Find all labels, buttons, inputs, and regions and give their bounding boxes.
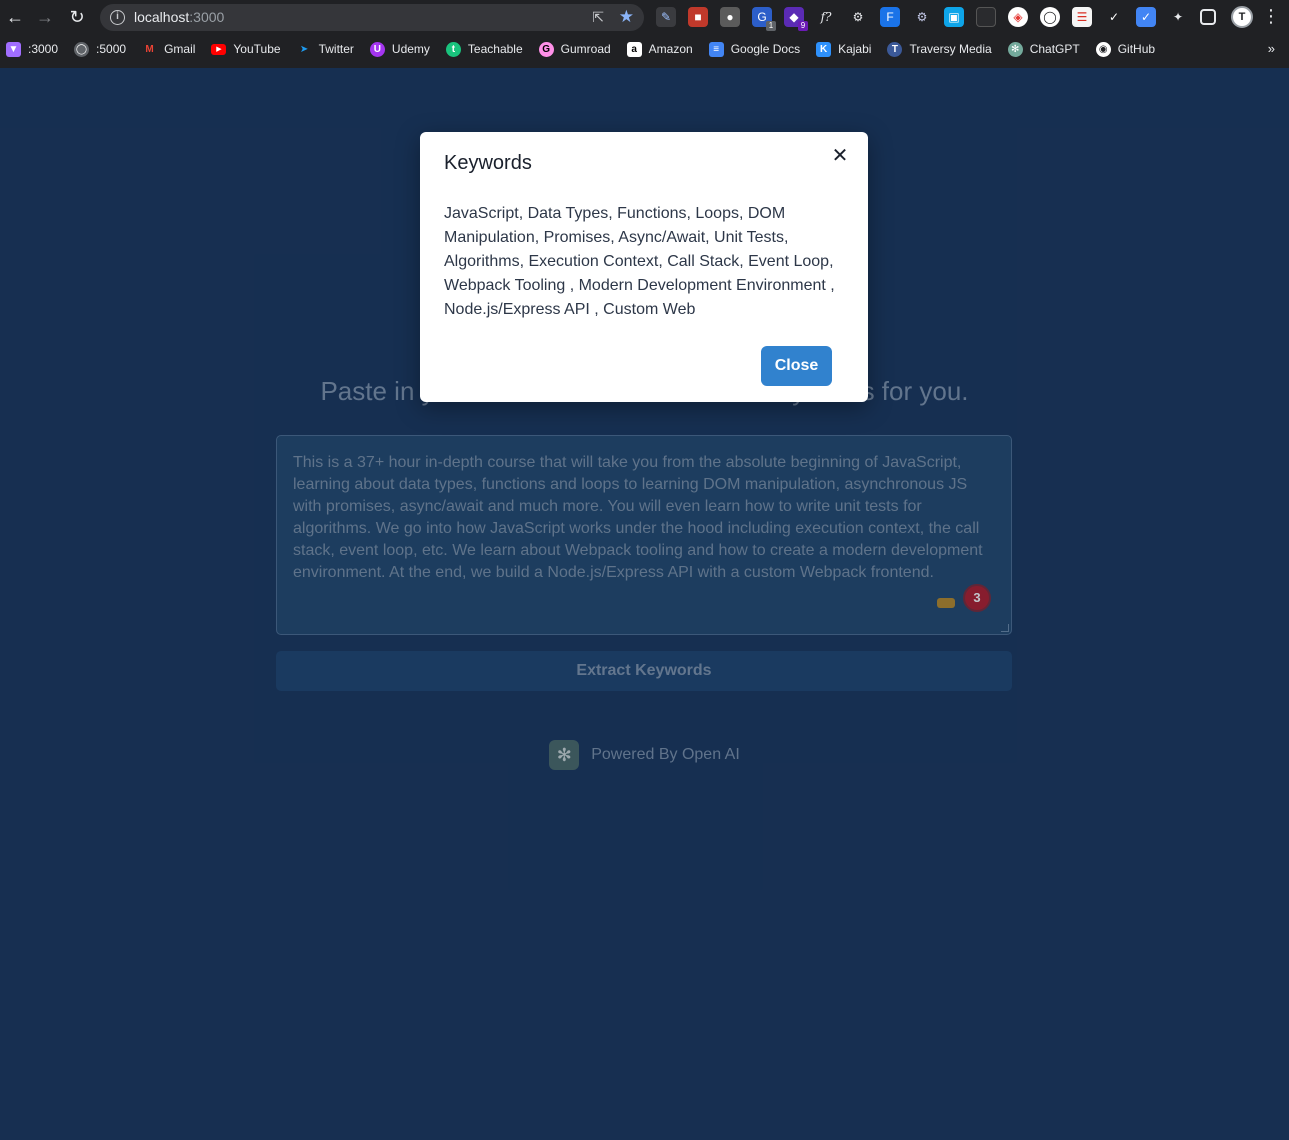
more-menu-icon[interactable]: ⋮	[1262, 6, 1280, 27]
bookmark-label: Kajabi	[838, 42, 872, 56]
color-picker-icon[interactable]: ✎	[656, 7, 676, 27]
bookmark-kajabi[interactable]: K Kajabi	[816, 38, 871, 60]
traversy-media-icon: T	[887, 41, 903, 57]
amazon-icon: a	[626, 41, 642, 57]
extension-circle-icon[interactable]: ◯	[1040, 7, 1060, 27]
profile-avatar[interactable]: T	[1231, 6, 1253, 28]
extension-owl-icon[interactable]: ●	[720, 7, 740, 27]
back-arrow-icon[interactable]: ←	[4, 6, 26, 28]
bookmark-traversy-media[interactable]: T Traversy Media	[887, 38, 992, 60]
bookmarks-bar: ▼ :3000 ◯ :5000 M Gmail ▶ YouTube ➤ Twitter U…	[0, 38, 1289, 60]
bookmark-gmail[interactable]: M Gmail	[142, 38, 195, 60]
url-host: localhost	[134, 9, 190, 25]
gmail-icon: M	[145, 43, 154, 55]
bookmark-label: :3000	[28, 42, 59, 56]
bookmark-3000[interactable]: ▼ :3000	[6, 38, 58, 60]
extension-check-icon[interactable]: ✓	[1104, 7, 1124, 27]
bookmark-label: GitHub	[1117, 42, 1156, 56]
keywords-modal: Keywords ✕ JavaScript, Data Types, Funct…	[420, 132, 868, 402]
bookmark-label: Twitter	[318, 42, 354, 56]
bookmark-label: ChatGPT	[1029, 42, 1080, 56]
reload-icon[interactable]: ↻	[66, 6, 88, 28]
address-bar[interactable]: i localhost:3000 ⇱ ★	[100, 4, 644, 31]
bookmark-teachable[interactable]: t Teachable	[445, 38, 523, 60]
browser-chrome: ← → ↻ i localhost:3000 ⇱ ★ ✎ ■ ● G1 ◆ 9 f…	[0, 0, 1289, 68]
gumroad-icon: G	[538, 41, 554, 57]
settings-extension-icon[interactable]: ⚙	[912, 7, 932, 27]
share-icon[interactable]: ⇱	[592, 9, 604, 26]
close-icon[interactable]: ✕	[830, 146, 850, 166]
site-info-icon[interactable]: i	[110, 10, 125, 25]
close-button[interactable]: Close	[761, 346, 832, 386]
extension-blue-icon[interactable]: G1	[752, 7, 776, 31]
extension-badge: 1	[766, 21, 776, 31]
bookmark-label: Teachable	[467, 42, 523, 56]
side-panel-icon[interactable]	[1200, 9, 1216, 25]
bookmark-twitter[interactable]: ➤ Twitter	[297, 38, 354, 60]
bookmark-label: Traversy Media	[909, 42, 992, 56]
bookmark-label: Gmail	[164, 42, 196, 56]
url-port: :3000	[189, 9, 225, 25]
bookmark-star-icon[interactable]: ★	[619, 7, 634, 27]
extensions-bar: ✎ ■ ● G1 ◆ 9 f? ⚙ F ⚙ ▣ ◈ ◯ ☰ ✓ ✓ ✦	[656, 7, 1228, 31]
bookmark-chatgpt[interactable]: ✻ ChatGPT	[1007, 38, 1080, 60]
chatgpt-icon: ✻	[1007, 41, 1023, 57]
bookmark-label: Amazon	[648, 42, 693, 56]
udemy-icon: U	[369, 41, 385, 57]
bookmark-label: Udemy	[391, 42, 430, 56]
bookmark-5000[interactable]: ◯ :5000	[74, 38, 126, 60]
extension-notes-icon[interactable]: ☰	[1072, 7, 1092, 27]
bookmark-label: YouTube	[233, 42, 281, 56]
extension-fi-icon[interactable]: F	[880, 7, 900, 27]
extension-compass-icon[interactable]: ◈	[1008, 7, 1028, 27]
bookmark-youtube[interactable]: ▶ YouTube	[211, 38, 281, 60]
modal-title: Keywords	[444, 152, 532, 174]
twitter-icon: ➤	[299, 43, 309, 55]
extension-badge: 9	[798, 21, 808, 31]
bookmark-google-docs[interactable]: ≡ Google Docs	[708, 38, 801, 60]
keywords-text: JavaScript, Data Types, Functions, Loops…	[444, 205, 835, 318]
vite-icon: ▼	[6, 41, 21, 57]
youtube-icon: ▶	[211, 43, 227, 55]
bookmark-udemy[interactable]: U Udemy	[369, 38, 430, 60]
url-text[interactable]: localhost:3000	[134, 9, 224, 25]
forward-arrow-icon[interactable]: →	[34, 6, 56, 28]
extension-shield-icon[interactable]: ✓	[1136, 7, 1156, 27]
bookmark-gumroad[interactable]: G Gumroad	[538, 38, 611, 60]
bookmark-label: :5000	[96, 42, 127, 56]
font-finder-icon[interactable]: f?	[816, 7, 836, 27]
bookmarks-overflow-icon[interactable]: »	[1268, 41, 1275, 56]
bookmark-amazon[interactable]: a Amazon	[626, 38, 693, 60]
github-icon: ◉	[1095, 41, 1111, 57]
globe-icon: ◯	[74, 41, 90, 57]
bookmark-label: Gumroad	[560, 42, 611, 56]
google-docs-icon: ≡	[708, 41, 724, 57]
kajabi-icon: K	[816, 41, 832, 57]
extension-purple-icon[interactable]: ◆ 9	[784, 7, 808, 31]
extension-red-icon[interactable]: ■	[688, 7, 708, 27]
bookmark-label: Google Docs	[730, 42, 801, 56]
bookmark-github[interactable]: ◉ GitHub	[1095, 38, 1156, 60]
browser-toolbar: ← → ↻ i localhost:3000 ⇱ ★ ✎ ■ ● G1 ◆ 9 f…	[0, 0, 1289, 34]
extension-window-icon[interactable]: ▣	[944, 7, 964, 27]
extensions-puzzle-icon[interactable]: ✦	[1168, 7, 1188, 27]
gear-extension-icon[interactable]: ⚙	[848, 7, 868, 27]
extension-screen-icon[interactable]	[976, 7, 996, 27]
teachable-icon: t	[445, 41, 461, 57]
